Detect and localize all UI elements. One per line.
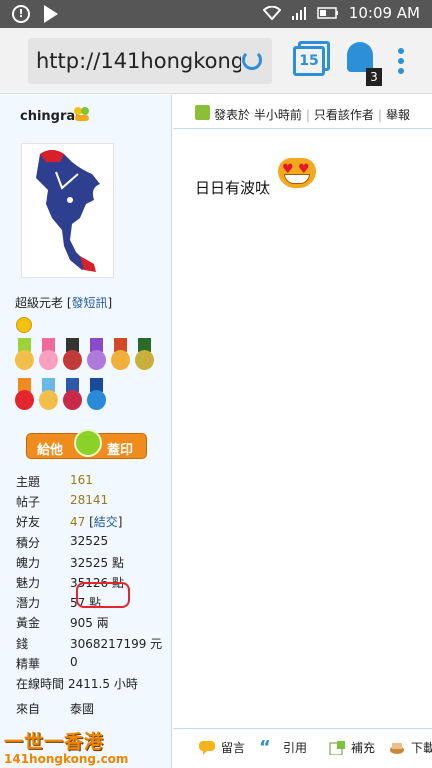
stat-row: 好友 47 [結交]	[16, 515, 123, 530]
rank-label: 超級元老	[15, 296, 64, 310]
overflow-menu-icon[interactable]	[398, 48, 404, 78]
signal-icon	[291, 7, 306, 20]
stat-row: 精華 0	[16, 654, 78, 671]
medal-icon[interactable]	[110, 338, 131, 372]
edit-icon	[329, 740, 345, 755]
username[interactable]: chingrai	[20, 109, 80, 124]
reload-icon[interactable]	[242, 50, 262, 70]
medal-icon[interactable]	[38, 378, 59, 412]
user-sidebar: chingrai 超級元老 [發短訊] 給他 蓋印 主題 161 帖子 2814…	[0, 95, 172, 768]
add-friend-link[interactable]: 結交	[94, 515, 118, 529]
medal-icon[interactable]	[62, 378, 83, 412]
only-author-link[interactable]: 只看該作者	[314, 108, 374, 122]
give-label: 給他	[37, 443, 64, 458]
medal-icon[interactable]	[14, 378, 35, 412]
medal-icon[interactable]	[14, 338, 35, 372]
stat-row: 主題 161	[16, 473, 162, 493]
give-stamp-button[interactable]: 給他 蓋印	[26, 429, 147, 459]
wifi-icon	[262, 6, 281, 20]
stamp-label: 蓋印	[107, 443, 134, 458]
site-watermark-logo: 一世一香港 141hongkong.com	[4, 731, 129, 766]
post-meta: 發表於 半小時前 | 只看該作者 | 舉報	[214, 108, 410, 122]
clock: 10:09 AM	[348, 4, 420, 22]
url-field[interactable]: http://141hongkong.com	[28, 38, 272, 84]
buddy-icon[interactable]	[73, 106, 91, 122]
friends-link[interactable]: 47	[70, 515, 85, 529]
url-text[interactable]: http://141hongkong.com	[36, 49, 241, 73]
stat-row: 在線時間 2411.5 小時	[16, 676, 138, 691]
play-store-icon	[44, 5, 58, 23]
post-time: 發表於 半小時前	[214, 108, 302, 122]
stat-row: 黃金 905 兩	[16, 616, 109, 631]
medal-icon[interactable]	[62, 338, 83, 372]
post-header: 發表於 半小時前 | 只看該作者 | 舉報	[173, 95, 432, 129]
coffee-icon	[390, 742, 404, 754]
smiley-icon	[16, 317, 32, 333]
quote-icon: “	[259, 736, 271, 758]
user-location: 來自 泰國	[16, 702, 95, 716]
alert-icon: !	[12, 5, 30, 23]
forum-post: chingrai 超級元老 [發短訊] 給他 蓋印 主題 161 帖子 2814…	[0, 95, 432, 768]
comment-icon	[199, 740, 215, 755]
stat-row: 魄力 32525 點	[16, 555, 124, 570]
battery-icon	[317, 7, 338, 19]
stamp-ball-icon	[74, 429, 102, 457]
heart-eyes-emoji-icon: ♥ ♥	[276, 152, 318, 188]
stat-row: 帖子 28141	[16, 493, 162, 513]
stat-row: 積分 32525	[16, 533, 109, 550]
medals	[14, 338, 164, 418]
comment-button[interactable]: 留言	[199, 739, 245, 756]
post-actions: 留言 “ 引用 補充 下載	[173, 728, 432, 768]
medal-icon[interactable]	[38, 338, 59, 372]
highlight-circle	[76, 582, 130, 608]
online-icon	[195, 105, 210, 120]
browser-toolbar: http://141hongkong.com 15 3	[0, 28, 432, 94]
stat-row: 錢 3068217199 元	[16, 636, 163, 651]
report-link[interactable]: 舉報	[386, 108, 410, 122]
threads-link[interactable]: 161	[70, 473, 93, 493]
quote-button[interactable]: “ 引用	[259, 736, 307, 758]
status-bar: ! 10:09 AM	[0, 0, 432, 28]
more-button[interactable]: 下載	[389, 739, 432, 756]
avatar[interactable]	[21, 143, 114, 278]
tab-switcher-button[interactable]: 15	[293, 46, 325, 76]
ghost-badge: 3	[366, 68, 382, 86]
post-body: 日日有波呔	[195, 179, 271, 197]
user-rank: 超級元老 [發短訊]	[15, 296, 113, 310]
medal-icon[interactable]	[86, 338, 107, 372]
send-pm-link[interactable]: 發短訊	[72, 296, 108, 310]
medal-icon[interactable]	[134, 338, 155, 372]
posts-link[interactable]: 28141	[70, 493, 108, 513]
medal-icon[interactable]	[86, 378, 107, 412]
supplement-button[interactable]: 補充	[329, 739, 375, 756]
